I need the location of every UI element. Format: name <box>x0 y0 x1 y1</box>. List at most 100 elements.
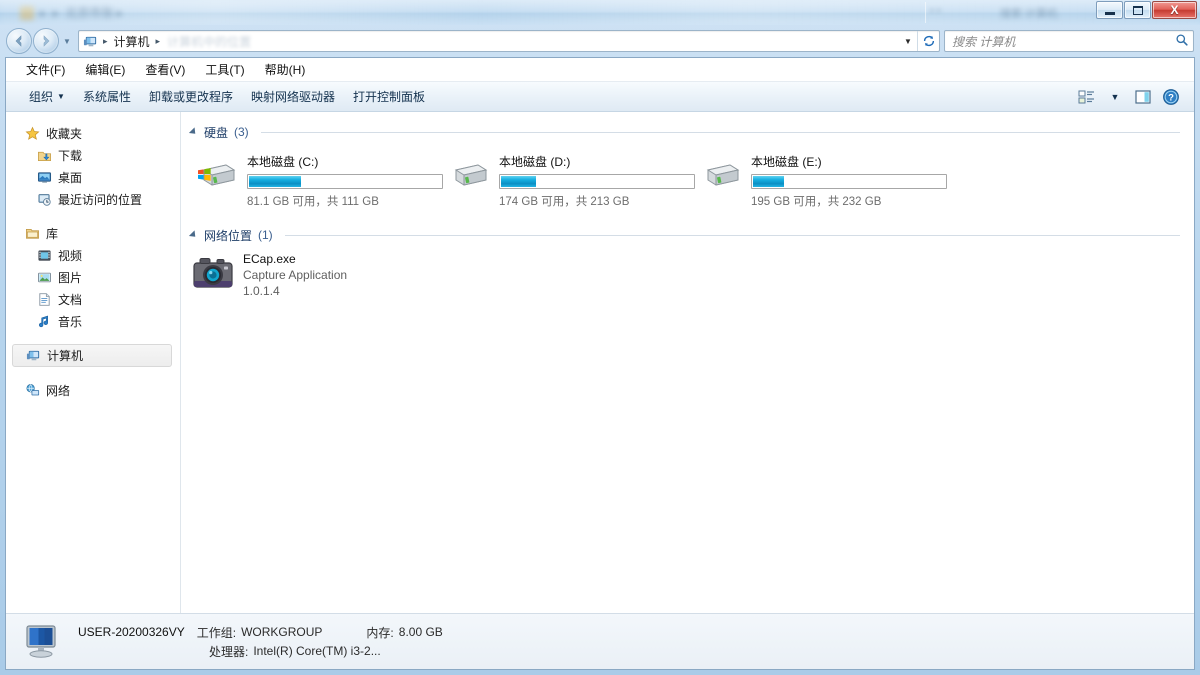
refresh-icon[interactable] <box>917 31 939 51</box>
system-drive-icon <box>195 152 239 192</box>
client-area: 文件(F) 编辑(E) 查看(V) 工具(T) 帮助(H) 组织 ▼ 系统属性 … <box>5 57 1195 670</box>
sidebar-item-network[interactable]: 网络 <box>6 379 180 401</box>
drive-tile-d[interactable]: 本地磁盘 (D:) 174 GB 可用，共 213 GB <box>443 150 695 211</box>
preview-pane-button[interactable] <box>1130 86 1156 108</box>
group-header-hard-disks[interactable]: 硬盘 (3) <box>181 122 1194 142</box>
drive-name: 本地磁盘 (E:) <box>751 155 822 169</box>
sidebar-item-favorites[interactable]: 收藏夹 <box>6 122 180 144</box>
breadcrumb-item-computer[interactable]: 计算机 <box>111 31 153 51</box>
capacity-bar-fill <box>249 176 301 187</box>
drive-tile-body: 本地磁盘 (E:) 195 GB 可用，共 232 GB <box>751 152 947 209</box>
title-bar-ghost-text: ▸ ▸ 北京市张 ▸ <box>20 4 123 21</box>
sidebar-label: 收藏夹 <box>46 126 83 141</box>
capacity-bar <box>499 174 695 189</box>
sidebar-item-pictures[interactable]: 图片 <box>6 266 180 288</box>
sidebar-label: 计算机 <box>47 349 84 363</box>
collapse-triangle-icon[interactable] <box>188 230 199 240</box>
breadcrumb-separator-1[interactable]: ▸ <box>153 36 164 47</box>
chevron-down-icon: ▼ <box>57 92 65 101</box>
processor-value: Intel(R) Core(TM) i3-2... <box>253 644 381 658</box>
group-header-network-locations[interactable]: 网络位置 (1) <box>181 225 1194 245</box>
command-bar-right[interactable]: ▼ ? <box>1074 86 1190 108</box>
capacity-bar <box>247 174 443 189</box>
search-input[interactable]: 搜索 计算机 <box>952 33 1175 50</box>
map-network-drive-button[interactable]: 映射网络驱动器 <box>242 84 344 109</box>
window-controls[interactable]: X <box>1096 1 1197 19</box>
forward-arrow-icon <box>43 35 50 47</box>
music-icon <box>36 313 52 329</box>
breadcrumb-separator-root[interactable]: ▸ <box>100 36 111 47</box>
drive-capacity-text: 174 GB 可用，共 213 GB <box>499 196 630 208</box>
breadcrumb[interactable]: ▸ 计算机 ▸ 计算机中的位置 <box>79 31 251 51</box>
computer-icon <box>25 348 41 364</box>
collapse-triangle-icon[interactable] <box>188 127 199 137</box>
ghost-folder-icon <box>20 5 34 20</box>
maximize-button[interactable] <box>1124 1 1151 19</box>
content-split: 收藏夹 下载 桌面 最近访问的位置 库 视频 图片 文档 音乐 计算机 网络 硬… <box>6 112 1194 613</box>
menu-help[interactable]: 帮助(H) <box>255 59 316 80</box>
menu-tools[interactable]: 工具(T) <box>195 59 254 80</box>
change-view-button[interactable] <box>1074 86 1100 108</box>
sidebar-item-music[interactable]: 音乐 <box>6 310 180 332</box>
title-bar[interactable]: ▸ ▸ 北京市张 ▸ • • 搜索 计算机 X <box>0 0 1200 25</box>
forward-button[interactable] <box>33 28 59 54</box>
back-button[interactable] <box>6 28 32 54</box>
uninstall-program-button[interactable]: 卸载或更改程序 <box>140 84 242 109</box>
drive-name: 本地磁盘 (C:) <box>247 155 319 169</box>
drive-tile-c[interactable]: 本地磁盘 (C:) 81.1 GB 可用，共 111 GB <box>191 150 443 211</box>
drive-tile-body: 本地磁盘 (C:) 81.1 GB 可用，共 111 GB <box>247 152 443 209</box>
chevron-down-icon: ▼ <box>1110 91 1120 102</box>
command-bar[interactable]: 组织 ▼ 系统属性 卸载或更改程序 映射网络驱动器 打开控制面板 ▼ ? <box>6 82 1194 112</box>
organize-button[interactable]: 组织 ▼ <box>20 84 74 109</box>
sidebar-group-libraries: 库 视频 图片 文档 音乐 <box>6 222 180 332</box>
details-row-1: USER-20200326VY 工作组: WORKGROUP 内存: 8.00 … <box>78 624 443 641</box>
sidebar-item-documents[interactable]: 文档 <box>6 288 180 310</box>
recent-pages-dropdown[interactable]: ▼ <box>60 28 74 54</box>
sidebar-label: 文档 <box>58 292 83 307</box>
open-control-panel-button[interactable]: 打开控制面板 <box>344 84 434 109</box>
capacity-bar <box>751 174 947 189</box>
details-text: USER-20200326VY 工作组: WORKGROUP 内存: 8.00 … <box>78 624 443 660</box>
sidebar-item-recent-places[interactable]: 最近访问的位置 <box>6 188 180 210</box>
group-divider <box>260 131 1180 133</box>
menu-bar[interactable]: 文件(F) 编辑(E) 查看(V) 工具(T) 帮助(H) <box>6 58 1194 82</box>
sidebar-item-downloads[interactable]: 下载 <box>6 144 180 166</box>
app-tile-ecap[interactable]: ECap.exe Capture Application 1.0.1.4 <box>181 245 1194 299</box>
group-title: 网络位置 <box>204 228 253 243</box>
drive-tile-e[interactable]: 本地磁盘 (E:) 195 GB 可用，共 232 GB <box>695 150 947 211</box>
menu-file[interactable]: 文件(F) <box>16 59 75 80</box>
address-bar-actions[interactable]: ▼ <box>899 31 939 51</box>
view-dropdown-caret[interactable]: ▼ <box>1102 86 1128 108</box>
address-bar[interactable]: ▸ 计算机 ▸ 计算机中的位置 ▼ <box>78 30 940 52</box>
search-box[interactable]: 搜索 计算机 <box>944 30 1194 52</box>
sidebar-item-videos[interactable]: 视频 <box>6 244 180 266</box>
chevron-down-icon[interactable]: ▼ <box>899 37 917 46</box>
minimize-button[interactable] <box>1096 1 1123 19</box>
navigation-buttons[interactable]: ▼ <box>6 28 74 54</box>
video-icon <box>36 247 52 263</box>
menu-view[interactable]: 查看(V) <box>135 59 195 80</box>
sidebar-label: 桌面 <box>58 170 83 185</box>
sidebar-group-network: 网络 <box>6 379 180 401</box>
help-button[interactable]: ? <box>1158 86 1184 108</box>
sidebar-item-desktop[interactable]: 桌面 <box>6 166 180 188</box>
library-icon <box>24 225 40 241</box>
desktop-icon <box>36 169 52 185</box>
sidebar-label: 图片 <box>58 270 83 285</box>
memory-value: 8.00 GB <box>398 625 443 639</box>
pictures-icon <box>36 269 52 285</box>
file-list-view[interactable]: 硬盘 (3) 本地磁盘 (C:) 81.1 GB 可用，共 111 GB 本地磁… <box>181 112 1194 613</box>
sidebar-label: 视频 <box>58 248 83 263</box>
sidebar-group-computer: 计算机 <box>6 344 180 367</box>
sidebar-label: 最近访问的位置 <box>58 192 143 207</box>
details-pane: USER-20200326VY 工作组: WORKGROUP 内存: 8.00 … <box>6 613 1194 669</box>
drive-tiles: 本地磁盘 (C:) 81.1 GB 可用，共 111 GB 本地磁盘 (D:) … <box>181 142 1194 211</box>
computer-icon <box>20 622 64 662</box>
menu-edit[interactable]: 编辑(E) <box>75 59 135 80</box>
search-icon[interactable] <box>1175 33 1189 50</box>
close-button[interactable]: X <box>1152 1 1197 19</box>
sidebar-label: 网络 <box>46 383 71 398</box>
sidebar-item-libraries[interactable]: 库 <box>6 222 180 244</box>
system-properties-button[interactable]: 系统属性 <box>74 84 140 109</box>
sidebar-item-computer[interactable]: 计算机 <box>12 344 172 367</box>
